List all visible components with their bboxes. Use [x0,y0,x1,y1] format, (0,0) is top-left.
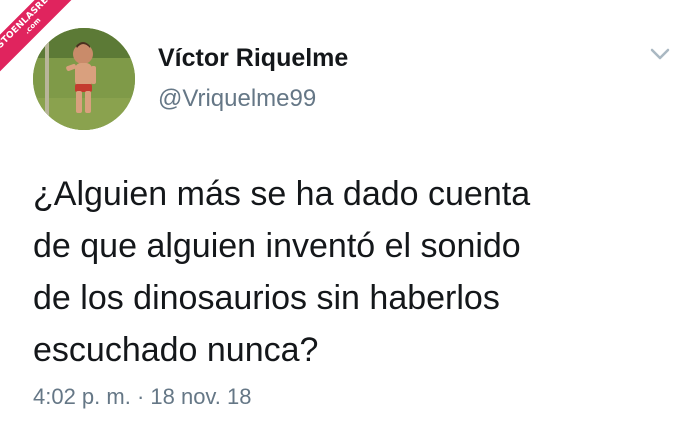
chevron-down-icon[interactable] [648,46,672,62]
avatar[interactable] [33,28,135,130]
user-handle[interactable]: @Vriquelme99 [158,85,316,113]
avatar-photo [33,28,135,130]
tweet-line: de que alguien inventó el sonido [33,227,521,265]
tweet-line: escuchado nunca? [33,331,319,369]
tweet-timestamp[interactable]: 4:02 p. m. · 18 nov. 18 [33,384,252,410]
tweet-text: ¿Alguien más se ha dado cuenta de que al… [33,168,673,376]
display-name[interactable]: Víctor Riquelme [158,44,348,73]
tweet-line: de los dinosaurios sin haberlos [33,279,500,317]
tweet-line: ¿Alguien más se ha dado cuenta [33,175,531,213]
